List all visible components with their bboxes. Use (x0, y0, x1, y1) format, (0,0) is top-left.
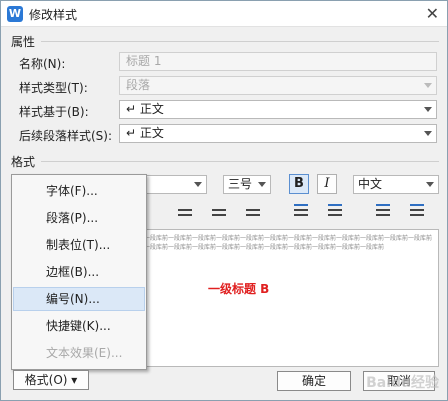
align-center-icon[interactable] (209, 204, 229, 222)
modify-style-dialog: W 修改样式 ✕ 属性 名称(N): 标题 1 样式类型(T): 段落 样式基于… (0, 0, 448, 401)
style-type-value: 段落 (126, 78, 151, 92)
wps-app-icon: W (7, 6, 23, 22)
menu-item-text-effects: 文本效果(E)... (46, 346, 123, 360)
dialog-title: 修改样式 (29, 8, 78, 22)
properties-section-label: 属性 (11, 35, 36, 49)
next-style-label: 后续段落样式(S): (19, 129, 113, 143)
script-value: 中文 (358, 177, 383, 191)
decrease-indent-icon[interactable] (373, 202, 393, 220)
font-size-dropdown[interactable]: 三号 (223, 175, 271, 194)
name-field[interactable]: 标题 1 (119, 52, 437, 71)
based-on-label: 样式基于(B): (19, 105, 89, 119)
menu-item-shortcut-key[interactable]: 快捷键(K)... (13, 314, 145, 338)
chevron-down-icon (424, 83, 432, 88)
align-left-icon[interactable] (175, 204, 195, 222)
menu-item-tabs[interactable]: 制表位(T)... (13, 233, 145, 257)
name-label: 名称(N): (19, 57, 66, 71)
based-on-value: ↵ 正文 (126, 102, 164, 116)
format-button-label: 格式(O) (24, 373, 68, 387)
menu-item-border[interactable]: 边框(B)... (13, 260, 145, 284)
properties-divider (41, 41, 439, 42)
chevron-down-icon (258, 182, 266, 187)
script-dropdown[interactable]: 中文 (353, 175, 439, 194)
chevron-down-icon (424, 131, 432, 136)
font-dropdown[interactable] (141, 175, 207, 194)
chevron-down-icon (194, 182, 202, 187)
name-value: 标题 1 (126, 54, 162, 68)
ok-button[interactable]: 确定 (277, 371, 351, 391)
format-divider (41, 161, 439, 162)
chevron-down-icon: ▾ (71, 373, 78, 387)
bold-button[interactable]: B (289, 174, 309, 194)
close-icon[interactable]: ✕ (426, 4, 439, 23)
preview-sample-text: 一段库前一段库前一段库前一段库前一段库前一段库前一段库前一段库前一段库前一段库前… (144, 235, 433, 251)
next-style-value: ↵ 正文 (126, 126, 164, 140)
based-on-dropdown[interactable]: ↵ 正文 (119, 100, 437, 119)
line-spacing-double-icon[interactable] (325, 202, 345, 220)
menu-item-paragraph[interactable]: 段落(P)... (13, 206, 145, 230)
font-size-value: 三号 (228, 177, 253, 191)
chevron-down-icon (426, 182, 434, 187)
title-bar: W 修改样式 ✕ (1, 1, 447, 27)
increase-indent-icon[interactable] (407, 202, 427, 220)
menu-item-numbering[interactable]: 编号(N)... (13, 287, 145, 311)
format-section-label: 格式 (11, 155, 36, 169)
line-spacing-single-icon[interactable] (291, 202, 311, 220)
watermark: Baidu经验 (366, 375, 439, 391)
format-menu-button[interactable]: 格式(O) ▾ (13, 370, 89, 390)
menu-item-font[interactable]: 字体(F)... (13, 179, 145, 203)
align-right-icon[interactable] (243, 204, 263, 222)
next-style-dropdown[interactable]: ↵ 正文 (119, 124, 437, 143)
preview-heading: 一级标题 B (208, 282, 270, 296)
chevron-down-icon (424, 107, 432, 112)
italic-button[interactable]: I (317, 174, 337, 194)
style-type-dropdown[interactable]: 段落 (119, 76, 437, 95)
style-type-label: 样式类型(T): (19, 81, 88, 95)
format-menu: 字体(F)... 段落(P)... 制表位(T)... 边框(B)... 编号(… (11, 174, 147, 370)
